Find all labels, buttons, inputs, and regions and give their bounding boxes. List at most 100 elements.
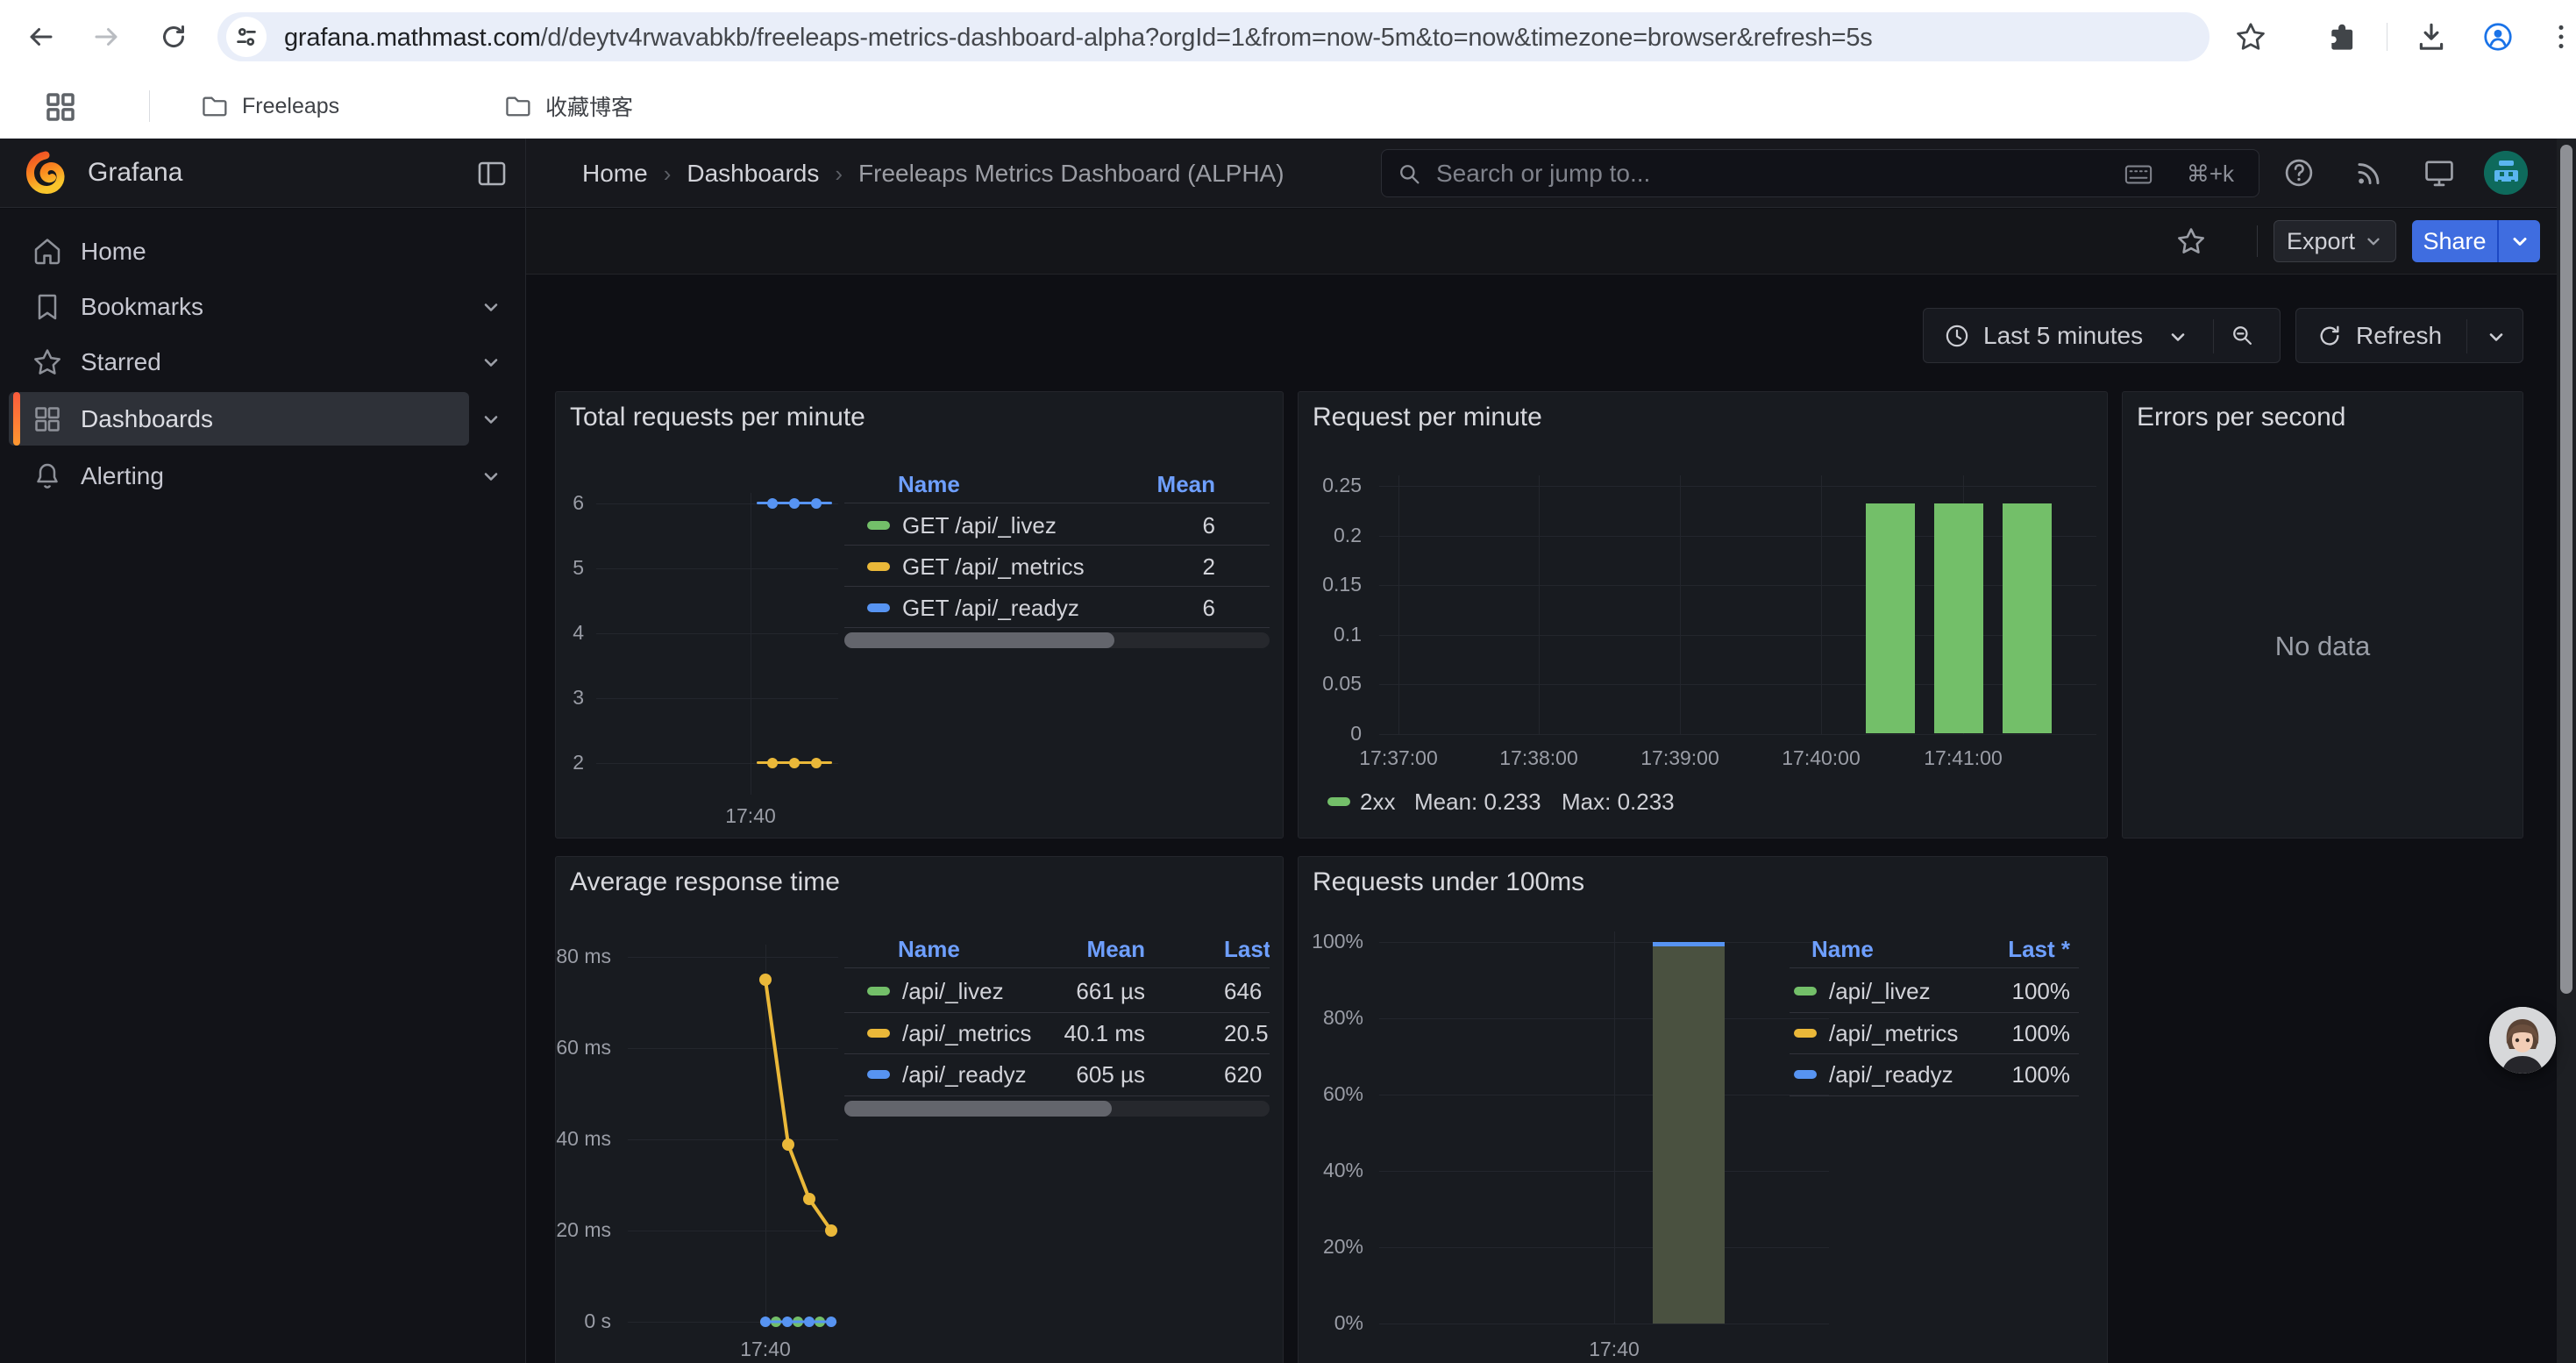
no-data-message: No data: [2123, 631, 2523, 662]
gridline: [1379, 1247, 1829, 1248]
table-separator: [1790, 1012, 2079, 1013]
address-bar[interactable]: grafana.mathmast.com/d/deytv4rwavabkb/fr…: [217, 12, 2210, 61]
panel-title[interactable]: Errors per second: [2137, 403, 2345, 432]
browser-reload-icon[interactable]: [158, 21, 189, 53]
chevron-down-icon[interactable]: [480, 352, 502, 373]
assistant-avatar[interactable]: [2489, 1007, 2556, 1074]
time-range-picker[interactable]: Last 5 minutes: [1923, 308, 2281, 363]
panel-title[interactable]: Request per minute: [1313, 403, 1542, 432]
zoom-out-icon[interactable]: [2229, 322, 2257, 350]
legend-row-label[interactable]: GET /api/_metrics: [902, 553, 1085, 581]
data-point: [811, 498, 822, 509]
sidebar-toggle-icon[interactable]: [476, 158, 508, 189]
sidebar-item-starred[interactable]: Starred: [9, 335, 469, 389]
sidebar-item-home[interactable]: Home: [9, 225, 469, 278]
table-row-label[interactable]: /api/_metrics: [902, 1020, 1031, 1047]
y-tick: 0.2: [1299, 524, 1362, 547]
legend-name-header[interactable]: Name: [898, 471, 960, 498]
folder-icon: [200, 92, 228, 120]
browser-menu-icon[interactable]: [2544, 20, 2576, 54]
gridline: [596, 568, 838, 569]
gridline: [1379, 942, 1829, 943]
legend-mean-header[interactable]: Mean: [1099, 471, 1215, 498]
chevron-down-icon[interactable]: [480, 296, 502, 318]
gridline: [596, 633, 838, 634]
bookmark-ribbon-icon: [32, 291, 63, 323]
refresh-interval-chevron-icon[interactable]: [2486, 326, 2507, 347]
browser-forward-icon[interactable]: [91, 21, 123, 53]
table-name-header[interactable]: Name: [898, 936, 960, 963]
apps-grid-icon[interactable]: [42, 89, 81, 127]
bookmark-folder-blogs[interactable]: 收藏博客: [491, 88, 645, 125]
panel-title[interactable]: Total requests per minute: [570, 403, 865, 432]
sidebar-item-label: Dashboards: [81, 405, 213, 433]
grafana-logo[interactable]: [26, 151, 65, 195]
y-tick: 0.05: [1299, 672, 1362, 696]
news-rss-icon[interactable]: [2352, 155, 2387, 190]
table-last-header[interactable]: Last *: [1930, 936, 2070, 963]
sidebar-item-alerting[interactable]: Alerting: [9, 449, 469, 503]
url-path: /d/deytv4rwavabkb/freeleaps-metrics-dash…: [541, 24, 1873, 52]
sidebar-item-label: Home: [81, 238, 146, 266]
breadcrumb-home[interactable]: Home: [582, 160, 648, 188]
bookmark-star-icon[interactable]: [2234, 20, 2267, 54]
data-point: [789, 758, 800, 768]
site-info-icon[interactable]: [226, 17, 267, 57]
downloads-icon[interactable]: [2415, 20, 2448, 54]
panel-title[interactable]: Requests under 100ms: [1313, 867, 1584, 897]
browser-back-icon[interactable]: [25, 21, 56, 53]
breadcrumb-separator: ›: [835, 161, 843, 188]
x-tick: 17:38:00: [1469, 746, 1609, 770]
x-tick: 17:41:00: [1893, 746, 2033, 770]
share-button[interactable]: Share: [2412, 220, 2540, 262]
chevron-down-icon[interactable]: [480, 409, 502, 430]
sidebar-item-bookmarks[interactable]: Bookmarks: [9, 280, 469, 333]
chevron-down-icon[interactable]: [480, 466, 502, 487]
scrollbar-thumb[interactable]: [844, 632, 1114, 648]
legend-max: Max: 0.233: [1562, 789, 1675, 816]
favorite-star-icon[interactable]: [2175, 225, 2207, 257]
table-name-header[interactable]: Name: [1811, 936, 1874, 963]
url-text[interactable]: grafana.mathmast.com/d/deytv4rwavabkb/fr…: [284, 24, 2178, 53]
legend-row-label[interactable]: GET /api/_livez: [902, 512, 1057, 539]
search-input[interactable]: [1436, 159, 2032, 189]
table-mean-header[interactable]: Mean: [1029, 936, 1145, 963]
profile-icon[interactable]: [2481, 20, 2515, 54]
y-tick: 0.1: [1299, 623, 1362, 646]
sidebar-divider: [525, 139, 526, 1363]
bookmark-folder-freeleaps[interactable]: Freeleaps: [188, 88, 352, 125]
legend-scrollbar[interactable]: [844, 632, 1270, 648]
export-label: Export: [2287, 228, 2355, 255]
gridline: [1379, 486, 2096, 487]
help-icon[interactable]: [2281, 155, 2316, 190]
page-scrollbar-thumb[interactable]: [2560, 145, 2572, 994]
y-tick: 4: [556, 621, 584, 645]
gridline: [1614, 931, 1615, 1324]
table-separator: [844, 586, 1270, 587]
table-row-label[interactable]: /api/_livez: [1829, 978, 1931, 1005]
search-box[interactable]: ⌘+k: [1381, 149, 2259, 197]
series-pill-green: [1327, 797, 1350, 806]
scrollbar-thumb[interactable]: [844, 1101, 1112, 1117]
refresh-label: Refresh: [2356, 322, 2442, 350]
table-row-label[interactable]: /api/_livez: [902, 978, 1004, 1005]
x-tick: 17:39:00: [1610, 746, 1750, 770]
table-row-label[interactable]: /api/_readyz: [902, 1061, 1027, 1088]
share-menu-chevron-icon[interactable]: [2499, 231, 2540, 252]
kiosk-monitor-icon[interactable]: [2422, 155, 2457, 190]
sidebar-item-dashboards[interactable]: Dashboards: [9, 392, 469, 446]
legend-scrollbar[interactable]: [844, 1101, 1270, 1117]
legend-series-label[interactable]: 2xx: [1360, 789, 1395, 816]
legend-mean: Mean: 0.233: [1414, 789, 1541, 816]
table-last-header[interactable]: Last *: [1224, 936, 1270, 963]
x-tick: 17:40:00: [1751, 746, 1891, 770]
refresh-button[interactable]: Refresh: [2295, 308, 2523, 363]
export-button[interactable]: Export: [2274, 220, 2396, 262]
series-pill-blue: [867, 603, 890, 612]
user-avatar[interactable]: [2484, 151, 2528, 195]
table-separator: [1790, 967, 2079, 968]
data-point: [811, 758, 822, 768]
breadcrumb-dashboards[interactable]: Dashboards: [687, 160, 819, 188]
legend-row-label[interactable]: GET /api/_readyz: [902, 595, 1079, 622]
extensions-puzzle-icon[interactable]: [2323, 20, 2357, 54]
